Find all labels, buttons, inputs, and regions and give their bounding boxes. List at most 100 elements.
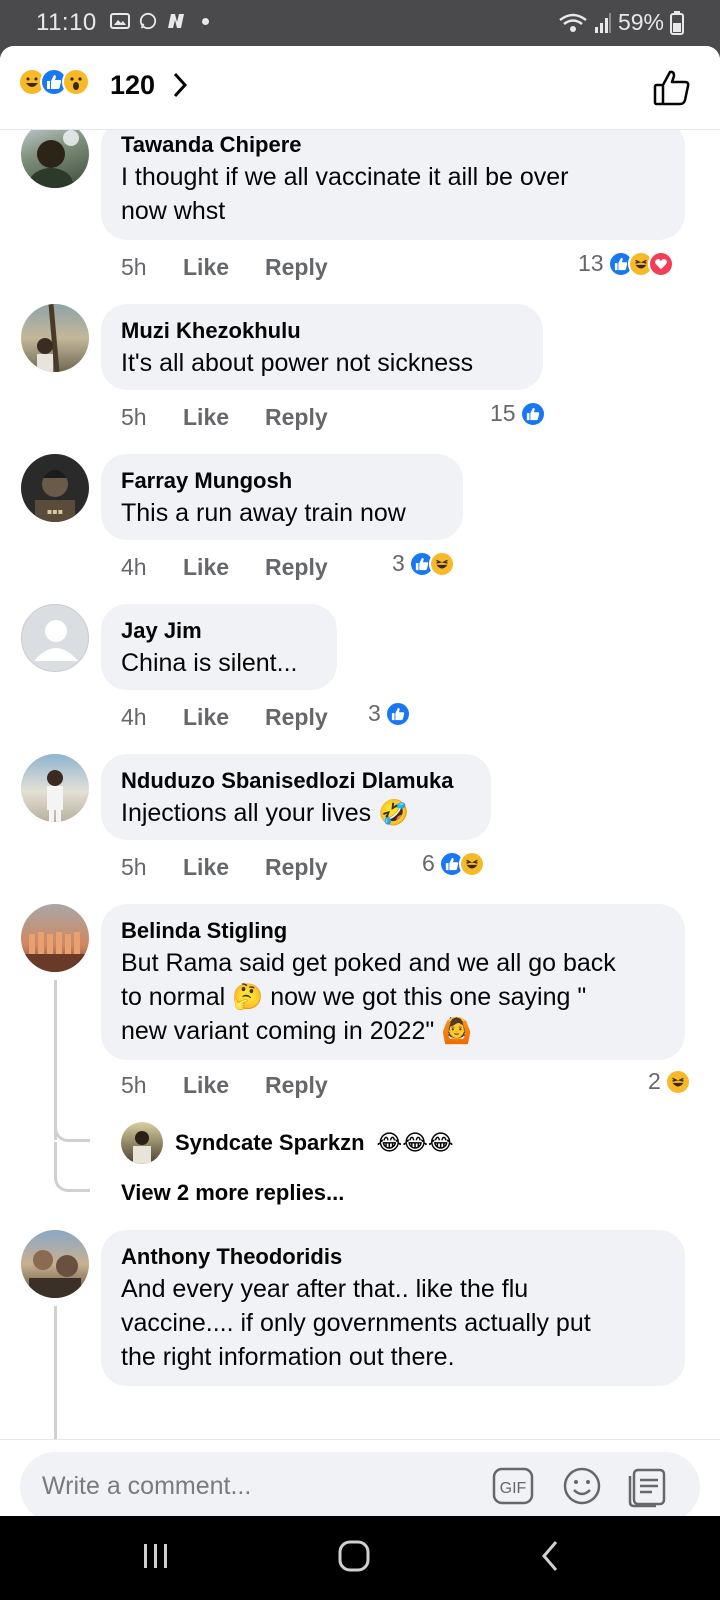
comment-reactions[interactable]: 3 bbox=[392, 550, 455, 577]
comment-text: vaccine.... if only governments actually… bbox=[121, 1309, 591, 1337]
avatar[interactable]: ▪▪▪ bbox=[21, 454, 89, 522]
like-button[interactable]: Like bbox=[183, 704, 265, 731]
like-icon bbox=[384, 700, 411, 727]
home-icon[interactable] bbox=[336, 1538, 372, 1574]
reaction-count: 15 bbox=[490, 400, 516, 426]
reaction-summary[interactable] bbox=[18, 68, 90, 96]
like-outline-icon[interactable] bbox=[652, 68, 692, 108]
reply-author-name[interactable]: Syndcate Sparkzn bbox=[175, 1130, 365, 1156]
reaction-count: 3 bbox=[392, 550, 405, 576]
reply-button[interactable]: Reply bbox=[265, 704, 355, 731]
comment-time: 4h bbox=[121, 554, 147, 580]
comment-reactions[interactable]: 3 bbox=[368, 700, 411, 727]
reaction-count: 6 bbox=[422, 850, 435, 876]
comment-actions: 5h Like Reply bbox=[121, 854, 355, 881]
system-nav-bar bbox=[0, 1516, 720, 1600]
reply-button[interactable]: Reply bbox=[265, 404, 355, 431]
avatar[interactable] bbox=[21, 1230, 89, 1298]
comment-text: Injections all your lives 🤣 bbox=[121, 799, 410, 827]
comment-input[interactable]: Write a comment... GIF bbox=[20, 1452, 700, 1516]
comment-reactions[interactable]: 13 bbox=[578, 250, 674, 277]
haha-icon bbox=[458, 850, 485, 877]
like-icon bbox=[519, 400, 546, 427]
commenter-name[interactable]: Anthony Theodoridis bbox=[121, 1242, 665, 1272]
comment-actions: 5h Like Reply bbox=[121, 254, 355, 281]
wow-icon bbox=[62, 68, 90, 96]
comment-bubble[interactable]: Jay Jim China is silent... bbox=[101, 604, 337, 690]
status-bar: 11:10 59% bbox=[0, 0, 720, 46]
view-more-replies-link[interactable]: View 2 more replies... bbox=[121, 1180, 344, 1206]
like-button[interactable]: Like bbox=[183, 254, 265, 281]
commenter-name[interactable]: Nduduzo Sbanisedlozi Dlamuka bbox=[121, 766, 471, 796]
default-avatar[interactable] bbox=[21, 604, 89, 672]
comment-text: It's all about power not sickness bbox=[121, 349, 474, 377]
chevron-right-icon[interactable] bbox=[170, 70, 190, 100]
like-button[interactable]: Like bbox=[183, 404, 265, 431]
reaction-count: 3 bbox=[368, 700, 381, 726]
comment-bubble[interactable]: Belinda Stigling But Rama said get poked… bbox=[101, 904, 685, 1060]
reply-avatar[interactable] bbox=[121, 1122, 163, 1164]
avatar[interactable] bbox=[21, 304, 89, 372]
back-icon[interactable] bbox=[538, 1538, 562, 1574]
like-button[interactable]: Like bbox=[183, 554, 265, 581]
recent-apps-icon[interactable] bbox=[140, 1538, 172, 1574]
comment-actions: 4h Like Reply bbox=[121, 704, 355, 731]
svg-text:▪▪▪: ▪▪▪ bbox=[47, 507, 63, 516]
reply-button[interactable]: Reply bbox=[265, 554, 355, 581]
comment-time: 5h bbox=[121, 404, 147, 430]
comment-reactions[interactable]: 2 bbox=[648, 1068, 691, 1095]
reaction-count[interactable]: 120 bbox=[110, 70, 155, 101]
comment-reactions[interactable]: 6 bbox=[422, 850, 485, 877]
comment-bubble[interactable]: Farray Mungosh This a run away train now bbox=[101, 454, 463, 540]
gif-icon[interactable]: GIF bbox=[492, 1466, 534, 1506]
comment-reactions[interactable]: 15 bbox=[490, 400, 546, 427]
comment-text: new variant coming in 2022" 🙆 bbox=[121, 1017, 473, 1045]
comments-sheet: 120 Tawanda Chipere I thought if we all … bbox=[0, 46, 720, 1516]
notification-icons bbox=[110, 12, 209, 30]
avatar[interactable] bbox=[21, 120, 89, 188]
haha-icon bbox=[428, 550, 455, 577]
gallery-icon bbox=[110, 13, 130, 29]
comment-text: now whst bbox=[121, 197, 226, 225]
comment-bubble[interactable]: Anthony Theodoridis And every year after… bbox=[101, 1230, 685, 1386]
notification-dot-icon bbox=[202, 17, 209, 25]
comment-bubble[interactable]: Nduduzo Sbanisedlozi Dlamuka Injections … bbox=[101, 754, 491, 840]
commenter-name[interactable]: Tawanda Chipere bbox=[121, 130, 665, 160]
avatar[interactable] bbox=[21, 754, 89, 822]
like-button[interactable]: Like bbox=[183, 854, 265, 881]
comment-text: This a run away train now bbox=[121, 499, 406, 527]
comment-time: 5h bbox=[121, 1072, 147, 1098]
comment-text: And every year after that.. like the flu bbox=[121, 1275, 529, 1303]
thread-connector bbox=[54, 1106, 90, 1142]
comment-time: 5h bbox=[121, 254, 147, 280]
thread-line bbox=[54, 1306, 57, 1446]
wifi-icon bbox=[559, 13, 587, 32]
comment-text: China is silent... bbox=[121, 649, 298, 677]
comment-text: to normal 🤔 now we got this one saying " bbox=[121, 983, 587, 1011]
reaction-count: 2 bbox=[648, 1068, 661, 1094]
comment-actions: 5h Like Reply bbox=[121, 1072, 355, 1099]
reply-button[interactable]: Reply bbox=[265, 854, 355, 881]
emoji-icon[interactable] bbox=[562, 1466, 602, 1506]
status-time: 11:10 bbox=[36, 9, 97, 36]
reaction-count: 13 bbox=[578, 250, 604, 276]
app-n-icon bbox=[168, 14, 184, 28]
comment-bubble[interactable]: Muzi Khezokhulu It's all about power not… bbox=[101, 304, 543, 390]
love-icon bbox=[647, 250, 674, 277]
reply-button[interactable]: Reply bbox=[265, 1072, 355, 1099]
commenter-name[interactable]: Muzi Khezokhulu bbox=[121, 316, 523, 346]
commenter-name[interactable]: Jay Jim bbox=[121, 616, 317, 646]
comment-actions: 4h Like Reply bbox=[121, 554, 355, 581]
reply-emojis: 😂😂😂 bbox=[376, 1130, 454, 1155]
commenter-name[interactable]: Belinda Stigling bbox=[121, 916, 665, 946]
like-button[interactable]: Like bbox=[183, 1072, 265, 1099]
commenter-name[interactable]: Farray Mungosh bbox=[121, 466, 443, 496]
comment-text: But Rama said get poked and we all go ba… bbox=[121, 949, 616, 977]
comment-bubble[interactable]: Tawanda Chipere I thought if we all vacc… bbox=[101, 120, 685, 240]
comment-text: I thought if we all vaccinate it aill be… bbox=[121, 163, 569, 191]
reply-button[interactable]: Reply bbox=[265, 254, 355, 281]
comment-text: the right information out there. bbox=[121, 1343, 455, 1371]
avatar[interactable] bbox=[21, 904, 89, 972]
reply-preview[interactable]: Syndcate Sparkzn 😂😂😂 bbox=[121, 1122, 454, 1164]
sticker-icon[interactable] bbox=[628, 1466, 670, 1508]
